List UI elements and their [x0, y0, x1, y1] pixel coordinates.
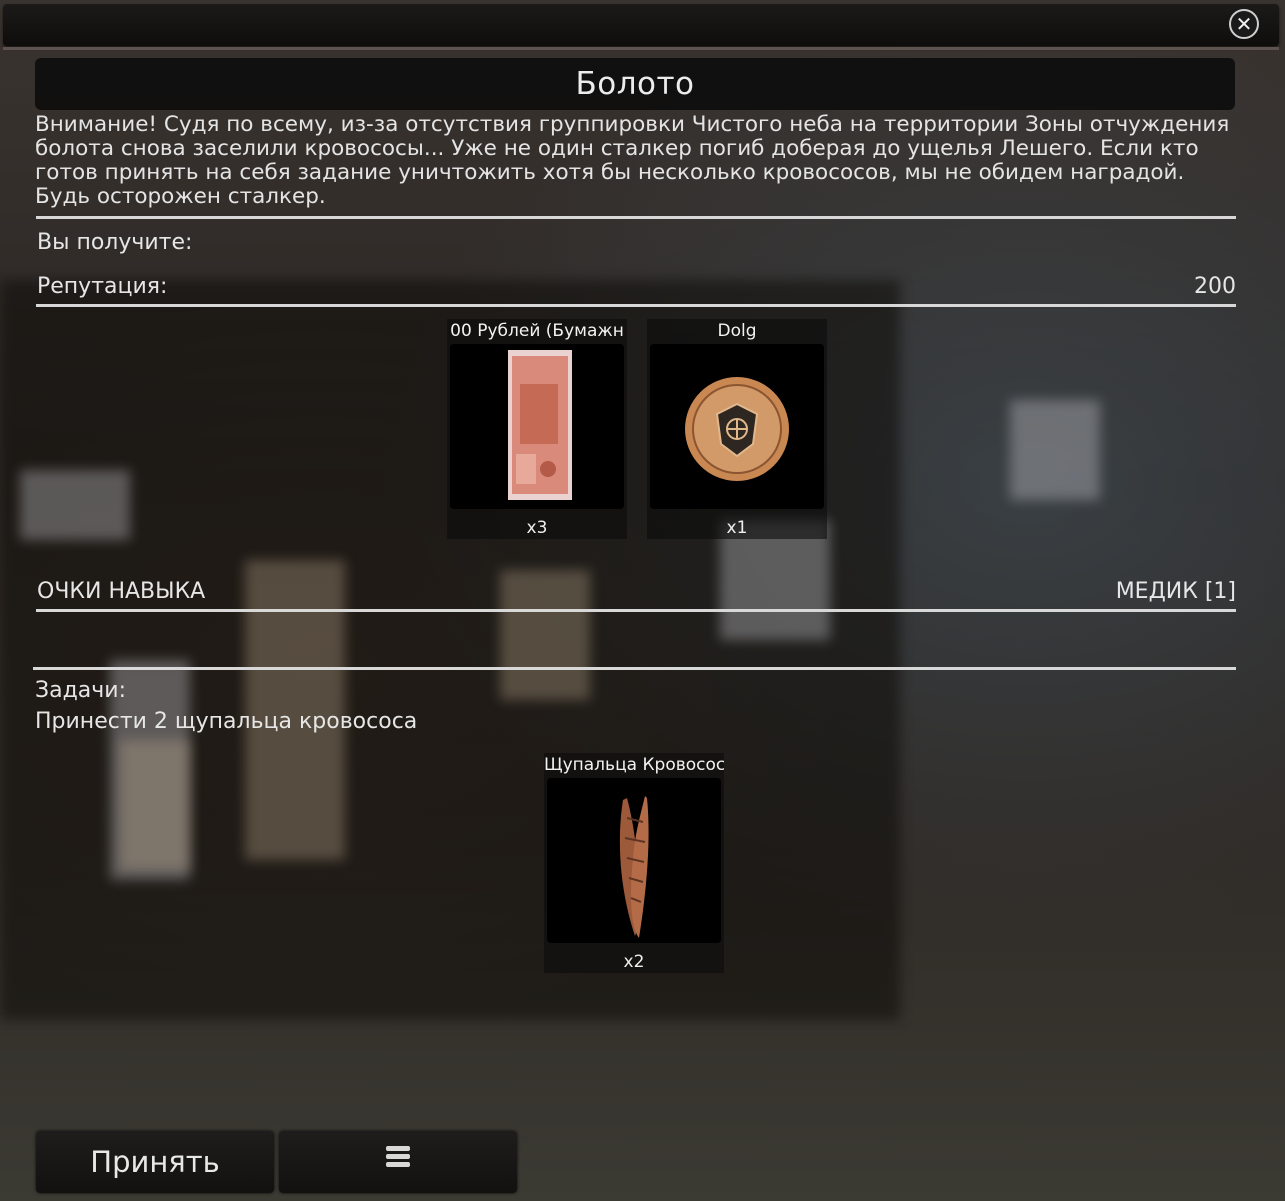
skill-points-label: ОЧКИ НАВЫКА: [37, 579, 206, 604]
task-text: Принести 2 щупальца кровососа: [35, 709, 418, 734]
skill-points-value: МЕДИК [1]: [1115, 579, 1236, 604]
divider: [36, 304, 1236, 307]
reputation-value: 200: [1194, 274, 1236, 299]
background-paper: [500, 570, 590, 700]
accept-button[interactable]: Принять: [36, 1131, 274, 1193]
divider: [36, 609, 1236, 612]
reward-item-name: Dolg: [717, 321, 757, 341]
background-paper: [120, 740, 190, 870]
reward-item-card[interactable]: Dolg x1: [647, 319, 827, 539]
background-paper: [1010, 400, 1100, 500]
dolg-coin-icon: [650, 344, 824, 509]
tasks-header: Задачи:: [35, 678, 126, 703]
divider: [33, 667, 1236, 670]
quest-title: Болото: [575, 66, 695, 102]
top-bar-divider: [3, 47, 1279, 50]
task-item-card[interactable]: Щупальца Кровосос x2: [544, 753, 724, 973]
reward-item-count: x1: [726, 518, 748, 538]
top-bar: [3, 4, 1279, 46]
divider: [36, 216, 1236, 219]
list-button[interactable]: [279, 1131, 517, 1193]
banknote-icon: [450, 344, 624, 509]
rewards-header: Вы получите:: [37, 230, 193, 255]
close-button[interactable]: ✕: [1229, 9, 1259, 39]
background-paper: [20, 470, 130, 540]
tentacle-icon: [547, 778, 721, 943]
list-icon: [382, 1133, 414, 1195]
quest-description: Внимание! Судя по всему, из-за отсутстви…: [35, 112, 1230, 209]
task-item-count: x2: [623, 952, 645, 972]
task-item-name: Щупальца Кровосос: [544, 755, 724, 775]
reward-item-count: x3: [526, 518, 548, 538]
reward-item-name: 00 Рублей (Бумажн: [450, 321, 624, 341]
reward-item-card[interactable]: 00 Рублей (Бумажн x3: [447, 319, 627, 539]
reputation-label: Репутация:: [37, 274, 168, 299]
